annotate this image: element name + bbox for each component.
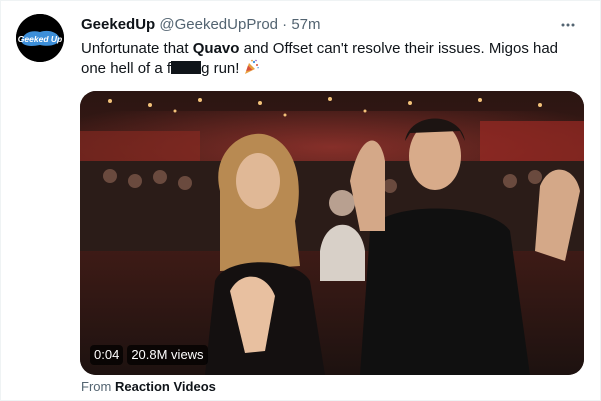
- user-handle[interactable]: @GeekedUpProd: [159, 16, 278, 33]
- avatar-logo-text: Geeked Up: [18, 34, 62, 44]
- source-attribution: From Reaction Videos: [81, 379, 216, 395]
- tweet-card[interactable]: Geeked Up GeekedUp @GeekedUpProd · 57m U…: [0, 0, 601, 401]
- tweet-header: GeekedUp @GeekedUpProd · 57m: [81, 15, 321, 35]
- display-name[interactable]: GeekedUp: [81, 16, 155, 33]
- source-prefix: From: [81, 379, 112, 394]
- tweet-text: Unfortunate that Quavo and Offset can't …: [81, 39, 581, 79]
- avatar[interactable]: Geeked Up: [16, 14, 64, 62]
- tweet-text-bold[interactable]: Quavo: [193, 40, 240, 57]
- video-frame: [80, 91, 584, 375]
- video-player[interactable]: 0:04 20.8M views: [80, 91, 584, 375]
- tweet-text-part3: g run!: [201, 60, 240, 77]
- video-timestamp: 0:04: [90, 345, 124, 365]
- video-meta: 0:04 20.8M views: [90, 345, 208, 365]
- video-views: 20.8M views: [127, 345, 208, 365]
- censor-bar: [171, 61, 202, 74]
- party-popper-icon: [243, 59, 260, 75]
- separator-dot: ·: [282, 16, 288, 33]
- tweet-text-part1: Unfortunate that: [81, 40, 193, 57]
- more-options-icon[interactable]: [558, 15, 578, 35]
- tweet-time[interactable]: 57m: [291, 16, 320, 33]
- source-link[interactable]: Reaction Videos: [115, 379, 216, 394]
